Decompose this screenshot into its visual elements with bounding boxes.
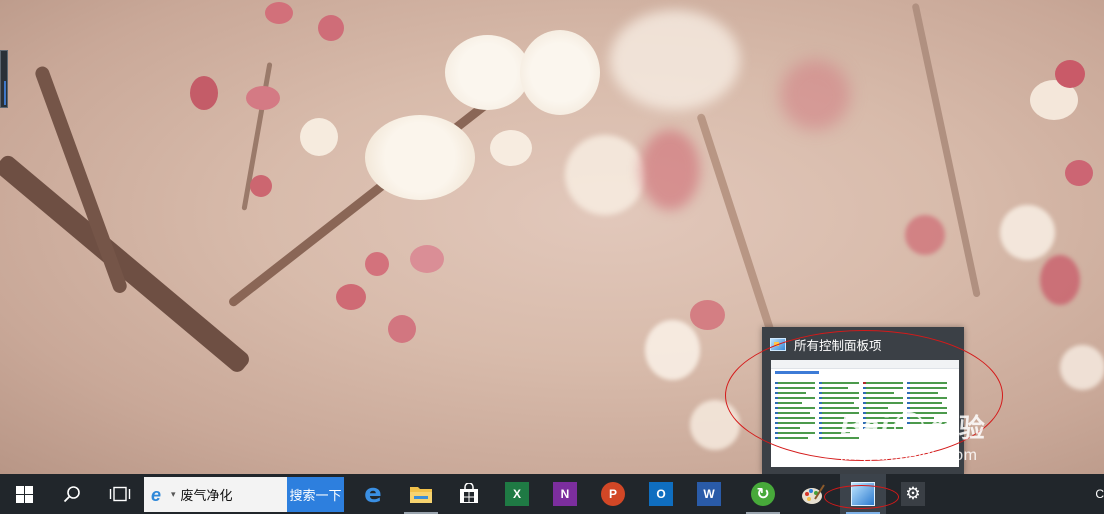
edge-icon: e <box>364 479 382 509</box>
bud-shape <box>250 175 272 197</box>
taskbar-app-paint[interactable] <box>790 474 836 514</box>
ie-search-box[interactable]: e ▾ 废气净化 <box>144 477 287 512</box>
thumbnail-window-preview[interactable] <box>771 360 959 467</box>
taskbar: e ▾ 废气净化 搜索一下 e X N P O W ↻ ⚙ C <box>0 474 1104 514</box>
blossom-shape <box>445 35 530 110</box>
word-icon: W <box>697 482 721 506</box>
preview-address-bar <box>771 360 959 369</box>
taskbar-app-store[interactable] <box>446 474 492 514</box>
preview-column <box>907 382 947 427</box>
preview-column <box>863 382 903 432</box>
taskbar-app-excel[interactable]: X <box>494 474 540 514</box>
file-explorer-icon <box>410 487 432 503</box>
bud-shape <box>690 300 725 330</box>
taskbar-thumbnail-preview[interactable]: 所有控制面板项 <box>762 327 964 474</box>
bud-shape <box>410 245 444 273</box>
task-view-button[interactable] <box>96 474 144 514</box>
control-panel-icon <box>851 482 875 506</box>
bud-shape <box>1055 60 1085 88</box>
bud-shape <box>318 15 344 41</box>
bud-shape <box>246 86 280 110</box>
bud-shape <box>365 252 389 276</box>
blossom-shape <box>520 30 600 115</box>
blossom-shape <box>645 320 700 380</box>
bud-shape <box>388 315 416 343</box>
bud-shape <box>780 60 850 130</box>
onenote-icon: N <box>553 482 577 506</box>
bud-shape <box>336 284 366 310</box>
powerpoint-icon: P <box>601 482 625 506</box>
bud-shape <box>265 2 293 24</box>
preview-column <box>775 382 815 442</box>
task-view-icon <box>109 486 131 502</box>
taskbar-app-file-explorer[interactable] <box>398 474 444 514</box>
taskbar-app-control-panel[interactable] <box>840 474 886 514</box>
search-icon <box>63 486 80 503</box>
bud-shape <box>1040 255 1080 305</box>
excel-icon: X <box>505 482 529 506</box>
outlook-icon: O <box>649 482 673 506</box>
taskbar-app-powerpoint[interactable]: P <box>590 474 636 514</box>
search-button[interactable] <box>48 474 96 514</box>
blossom-shape <box>690 400 740 450</box>
blossom-shape <box>365 115 475 200</box>
bud-shape <box>905 215 945 255</box>
taskbar-app-word[interactable]: W <box>686 474 732 514</box>
search-engine-dropdown[interactable]: ▾ <box>171 489 176 500</box>
taskbar-app-edge[interactable]: e <box>350 474 396 514</box>
ie-icon: e <box>151 484 162 505</box>
start-button[interactable] <box>0 474 48 514</box>
store-icon <box>460 483 478 503</box>
branch-shape <box>33 64 129 295</box>
blossom-shape <box>300 118 338 156</box>
preview-column <box>819 382 859 442</box>
taskbar-app-onenote[interactable]: N <box>542 474 588 514</box>
branch-shape <box>0 152 253 376</box>
system-tray-text: C <box>1095 487 1104 501</box>
blossom-shape <box>1060 345 1104 390</box>
blossom-shape <box>610 10 740 110</box>
edge-panel-handle[interactable] <box>0 50 8 108</box>
blossom-shape <box>490 130 532 166</box>
bud-shape <box>190 76 218 110</box>
taskbar-app-outlook[interactable]: O <box>638 474 684 514</box>
refresh-app-icon: ↻ <box>751 482 775 506</box>
preview-heading <box>775 371 819 374</box>
bud-shape <box>1065 160 1093 186</box>
taskbar-app-refresh[interactable]: ↻ <box>740 474 786 514</box>
windows-start-icon <box>15 485 33 503</box>
thumbnail-header: 所有控制面板项 <box>770 335 958 353</box>
blossom-shape <box>1000 205 1055 260</box>
paint-icon <box>802 484 825 504</box>
search-input[interactable]: 废气净化 <box>181 485 233 504</box>
settings-gear-icon: ⚙ <box>901 482 925 506</box>
control-panel-icon <box>770 337 786 351</box>
taskbar-app-settings[interactable]: ⚙ <box>898 474 928 514</box>
bud-shape <box>640 130 700 210</box>
thumbnail-title: 所有控制面板项 <box>794 338 882 353</box>
search-submit-button[interactable]: 搜索一下 <box>287 477 344 512</box>
blossom-shape <box>565 135 645 215</box>
